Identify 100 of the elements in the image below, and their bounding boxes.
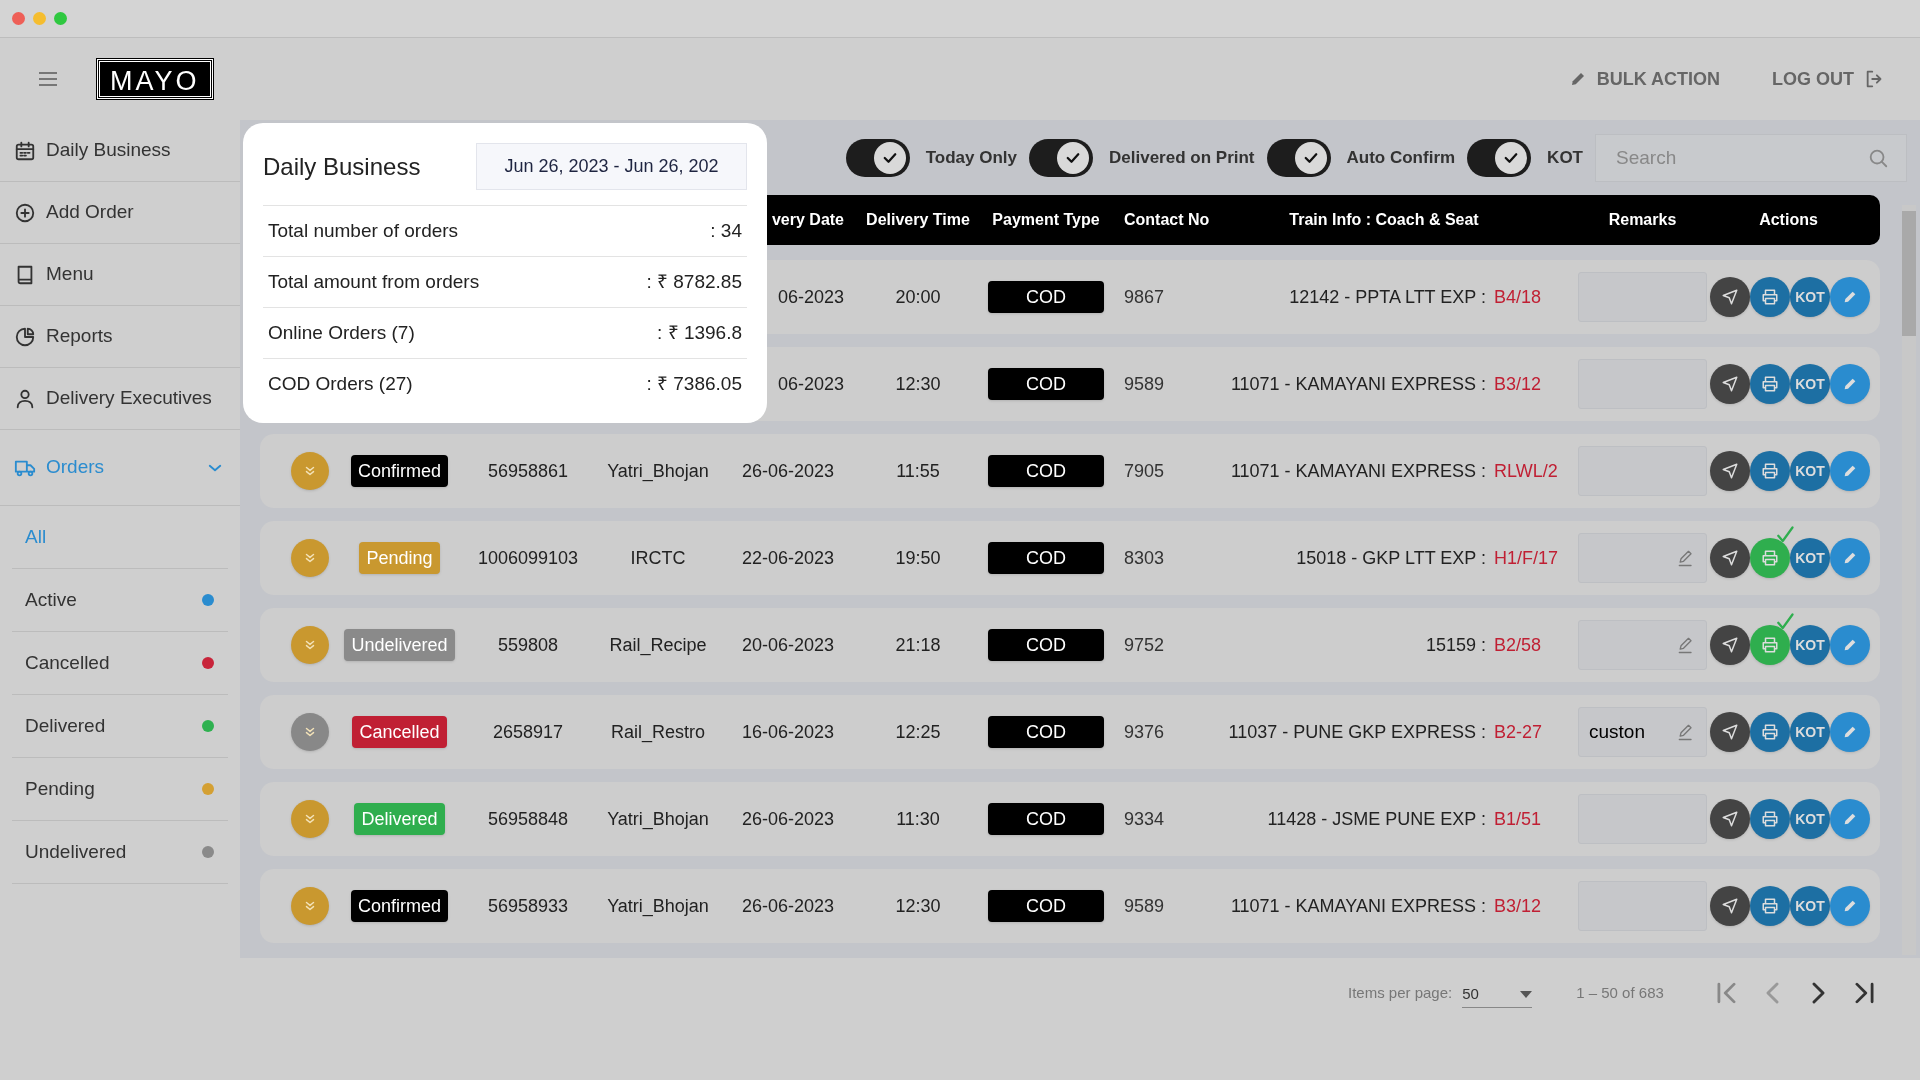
kot-button[interactable]: KOT	[1790, 277, 1830, 317]
edit-button[interactable]	[1830, 625, 1870, 665]
close-window-icon[interactable]	[12, 12, 25, 25]
delivery-date: 26-06-2023	[741, 895, 835, 916]
edit-button[interactable]	[1830, 451, 1870, 491]
contact-number: 9589	[1124, 895, 1165, 916]
log-out-button[interactable]: LOG OUT	[1772, 65, 1886, 93]
menu-icon[interactable]	[38, 71, 58, 87]
train-info: 11037 - PUNE GKP EXPRESS :	[1228, 721, 1486, 742]
kot-button[interactable]: KOT	[1790, 799, 1830, 839]
payment-badge: COD	[988, 455, 1104, 487]
navigate-button[interactable]	[1710, 364, 1750, 404]
print-button[interactable]	[1750, 712, 1790, 752]
delivery-time: 20:00	[895, 286, 941, 307]
print-button[interactable]	[1750, 799, 1790, 839]
sidebar-item[interactable]: Delivery Executives	[0, 368, 240, 430]
edit-button[interactable]	[1830, 886, 1870, 926]
remarks-field[interactable]: custon	[1578, 707, 1707, 757]
sidebar-item[interactable]: Menu	[0, 244, 240, 306]
payment-badge: COD	[988, 542, 1104, 574]
kot-button[interactable]: KOT	[1790, 712, 1830, 752]
printer-icon	[1761, 549, 1779, 567]
search-field[interactable]: Search	[1595, 133, 1907, 182]
kot-button[interactable]: KOT	[1790, 625, 1830, 665]
double-chevron-icon	[303, 812, 317, 826]
navigate-button[interactable]	[1710, 538, 1750, 578]
edit-button[interactable]	[1830, 799, 1870, 839]
edit-button[interactable]	[1830, 364, 1870, 404]
toggle-switch[interactable]	[1029, 138, 1094, 177]
sidebar-item[interactable]: Add Order	[0, 182, 240, 244]
maximize-window-icon[interactable]	[54, 12, 67, 25]
status-badge: Pending	[359, 542, 440, 574]
navigate-button[interactable]	[1710, 886, 1750, 926]
toggle-label: KOT	[1547, 146, 1583, 169]
toggle-switch[interactable]	[1266, 138, 1331, 177]
kot-button[interactable]: KOT	[1790, 538, 1830, 578]
double-chevron-icon	[303, 899, 317, 913]
pencil-icon	[1842, 898, 1858, 914]
pencil-icon	[1842, 637, 1858, 653]
vendor-name: IRCTC	[630, 547, 686, 568]
sidebar-subitem[interactable]: Delivered	[12, 695, 228, 758]
expand-button[interactable]	[291, 626, 329, 664]
expand-button[interactable]	[291, 887, 329, 925]
kot-button[interactable]: KOT	[1790, 364, 1830, 404]
bulk-action-button[interactable]: BULK ACTION	[1568, 65, 1720, 93]
expand-button[interactable]	[291, 800, 329, 838]
train-info: 11071 - KAMAYANI EXPRESS :	[1230, 460, 1486, 481]
contact-number: 9376	[1124, 721, 1165, 742]
expand-button[interactable]	[291, 713, 329, 751]
expand-button[interactable]	[291, 452, 329, 490]
kot-button[interactable]: KOT	[1790, 451, 1830, 491]
expand-button[interactable]	[291, 539, 329, 577]
status-badge: Confirmed	[351, 455, 448, 487]
navigate-button[interactable]	[1710, 712, 1750, 752]
printer-icon	[1761, 636, 1779, 654]
print-button[interactable]	[1750, 364, 1790, 404]
sidebar-item[interactable]: Daily Business	[0, 120, 240, 182]
kot-button[interactable]: KOT	[1790, 886, 1830, 926]
edit-button[interactable]	[1830, 538, 1870, 578]
column-header: Train Info : Coach & Seat	[1289, 211, 1479, 228]
toggle-label: Auto Confirm	[1346, 146, 1456, 169]
pencil-icon	[1842, 724, 1858, 740]
pencil-icon	[1842, 550, 1858, 566]
order-id: 2658917	[492, 721, 564, 742]
toggle-switch[interactable]	[845, 138, 910, 177]
print-button[interactable]	[1750, 451, 1790, 491]
printer-icon	[1761, 810, 1779, 828]
page-size-select[interactable]: 50	[1462, 982, 1533, 1008]
seat-number: B1/51	[1494, 808, 1542, 829]
dropdown-caret-icon	[1520, 990, 1533, 999]
scrollbar[interactable]	[1902, 205, 1916, 955]
toggle-switch[interactable]	[1467, 138, 1532, 177]
navigate-button[interactable]	[1710, 277, 1750, 317]
edit-button[interactable]	[1830, 277, 1870, 317]
status-badge: Delivered	[354, 803, 445, 835]
print-button[interactable]	[1750, 277, 1790, 317]
date-range-field[interactable]: Jun 26, 2023 - Jun 26, 202	[476, 143, 747, 190]
sidebar-subitem[interactable]: Cancelled	[12, 632, 228, 695]
navigate-button[interactable]	[1710, 625, 1750, 665]
status-badge: Undelivered	[344, 629, 455, 661]
edit-button[interactable]	[1830, 712, 1870, 752]
seat-number: B4/18	[1494, 286, 1542, 307]
navigate-button[interactable]	[1710, 799, 1750, 839]
vendor-name: Yatri_Bhojan	[607, 808, 709, 829]
sidebar-subitem[interactable]: Undelivered	[12, 821, 228, 884]
navigate-button[interactable]	[1710, 451, 1750, 491]
train-info: 15018 - GKP LTT EXP :	[1296, 547, 1486, 568]
sidebar-subitem[interactable]: Active	[12, 569, 228, 632]
sidebar-subitem[interactable]: Pending	[12, 758, 228, 821]
sidebar-item[interactable]: Reports	[0, 306, 240, 368]
summary-label: Total number of orders	[268, 218, 459, 243]
column-header: Payment Type	[992, 211, 1100, 228]
print-button[interactable]	[1750, 886, 1790, 926]
printer-icon	[1761, 462, 1779, 480]
printer-icon	[1761, 375, 1779, 393]
vendor-name: Rail_Recipe	[609, 634, 707, 655]
remarks-field[interactable]	[1578, 620, 1707, 670]
delivery-date: 06-2023	[777, 373, 844, 394]
remarks-field[interactable]	[1578, 533, 1707, 583]
order-id: 559808	[497, 634, 559, 655]
